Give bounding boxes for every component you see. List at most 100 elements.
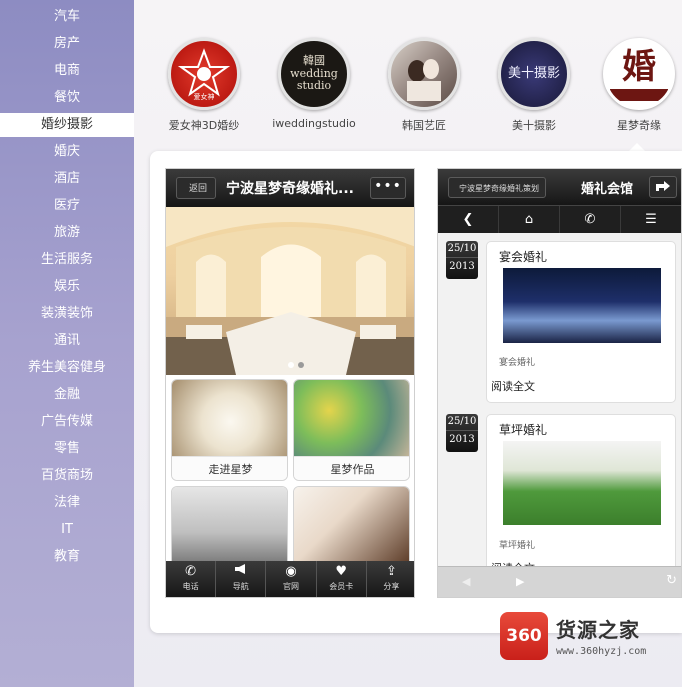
brand-logo <box>388 38 460 110</box>
brand-caption: 韩国艺匠 <box>402 119 446 132</box>
sidebar-item-finance[interactable]: 金融 <box>0 383 134 407</box>
sidebar-item-advertising[interactable]: 广告传媒 <box>0 410 134 434</box>
category-sidebar: 汽车 房产 电商 餐饮 婚纱摄影 婚庆 酒店 医疗 旅游 生活服务 娱乐 装潢装… <box>0 0 134 687</box>
brand-caption: 星梦奇缘 <box>617 119 661 132</box>
prev-icon[interactable]: ◀ <box>462 575 470 588</box>
brand-meishi[interactable]: 美十摄影 美十摄影 <box>479 38 589 133</box>
sidebar-item-department-store[interactable]: 百货商场 <box>0 464 134 488</box>
brand-caption: 爱女神3D婚纱 <box>168 119 240 132</box>
sidebar-item-telecom[interactable]: 通讯 <box>0 329 134 353</box>
sidebar-item-auto[interactable]: 汽车 <box>0 5 134 29</box>
brand-logo: 爱女神 <box>168 38 240 110</box>
post-card[interactable]: 草坪婚礼 草坪婚礼 阅读全文 <box>486 414 676 575</box>
date-year: 2013 <box>446 430 478 449</box>
page-title: 婚礼会馆 <box>581 182 634 197</box>
member-card-tab[interactable]: ♥ 会员卡 <box>317 561 367 597</box>
selection-pointer <box>629 143 645 151</box>
tile-label: 星梦作品 <box>294 456 409 480</box>
brand-logo-text: 韓國 wedding studio <box>290 54 338 93</box>
tile-label: 走进星梦 <box>172 456 287 480</box>
sidebar-item-hotel[interactable]: 酒店 <box>0 167 134 191</box>
refresh-icon[interactable]: ↻ <box>666 573 677 588</box>
phone-header: 返回 宁波星梦奇缘婚礼... ••• <box>166 169 414 207</box>
watermark-url: www.360hyzj.com <box>556 646 647 657</box>
date-day: 25/10 <box>447 243 477 254</box>
read-more-link[interactable]: 阅读全文 <box>491 378 535 394</box>
date-badge: 25/10 2013 <box>446 241 478 279</box>
brand-iweddingstudio[interactable]: 韓國 wedding studio iweddingstudio <box>259 38 369 130</box>
sidebar-item-medical[interactable]: 医疗 <box>0 194 134 218</box>
brand-logo-text: 婚 <box>622 47 656 87</box>
brand-logo: 韓國 wedding studio <box>278 38 350 110</box>
next-icon[interactable]: ▶ <box>516 575 524 588</box>
phone-icon[interactable]: ✆ <box>560 206 621 233</box>
post-image <box>503 268 661 343</box>
banquet-hall-image <box>166 207 414 375</box>
bottom-toolbar: ✆ 电话 导航 ◉ 官网 ♥ 会员卡 ⇪ 分享 <box>166 561 414 597</box>
svg-text:爱女神: 爱女神 <box>194 92 215 101</box>
phone-preview-home: 返回 宁波星梦奇缘婚礼... ••• 走进星梦 星梦作品 ✆ 电话 导航 ◉ 官… <box>165 168 415 598</box>
post-card[interactable]: 宴会婚礼 宴会婚礼 阅读全文 <box>486 241 676 403</box>
date-badge: 25/10 2013 <box>446 414 478 452</box>
sidebar-item-travel[interactable]: 旅游 <box>0 221 134 245</box>
sidebar-item-life-services[interactable]: 生活服务 <box>0 248 134 272</box>
sidebar-item-decoration[interactable]: 装潢装饰 <box>0 302 134 326</box>
phone-tab[interactable]: ✆ 电话 <box>166 561 217 597</box>
sidebar-item-real-estate[interactable]: 房产 <box>0 32 134 56</box>
star-logo-icon: 爱女神 <box>177 48 231 101</box>
tab-label: 分享 <box>383 582 400 591</box>
home-icon[interactable]: ⌂ <box>499 206 560 233</box>
heart-icon: ♥ <box>335 564 348 579</box>
share-tab[interactable]: ⇪ 分享 <box>367 561 414 597</box>
sidebar-item-wedding-celebration[interactable]: 婚庆 <box>0 140 134 164</box>
more-button[interactable]: ••• <box>370 177 406 199</box>
brand-korea-artisan[interactable]: 韩国艺匠 <box>369 38 479 133</box>
tile-about[interactable]: 走进星梦 <box>171 379 288 481</box>
balloons-image <box>294 380 409 456</box>
globe-icon: ◉ <box>285 564 297 579</box>
date-year: 2013 <box>446 257 478 276</box>
share-icon <box>656 181 670 191</box>
tab-label: 会员卡 <box>329 582 354 591</box>
back-circle-icon[interactable]: ❮ <box>438 206 499 233</box>
tab-label: 官网 <box>283 582 299 591</box>
post-title: 宴会婚礼 <box>499 250 548 264</box>
brand-xingmeng[interactable]: 婚 星梦奇缘 <box>584 38 682 133</box>
list-icon[interactable]: ☰ <box>621 206 681 233</box>
tab-label: 电话 <box>182 582 199 591</box>
tile-works[interactable]: 星梦作品 <box>293 379 410 481</box>
sidebar-item-education[interactable]: 教育 <box>0 545 134 569</box>
post-title: 草坪婚礼 <box>499 423 548 437</box>
brand-caption: iweddingstudio <box>272 117 356 130</box>
watermark-logo: 360 <box>500 612 548 660</box>
post-category: 草坪婚礼 <box>499 541 536 551</box>
sidebar-item-it[interactable]: IT <box>0 518 134 542</box>
sidebar-item-entertainment[interactable]: 娱乐 <box>0 275 134 299</box>
post-category: 宴会婚礼 <box>499 358 536 368</box>
couple-image <box>294 487 409 563</box>
back-button[interactable]: 返回 <box>176 177 217 199</box>
sidebar-item-wedding-photography[interactable]: 婚纱摄影 <box>0 113 134 137</box>
brand-ainvshen[interactable]: 爱女神 爱女神3D婚纱 <box>149 38 259 133</box>
date-day: 25/10 <box>447 416 477 427</box>
megaphone-icon <box>216 561 265 581</box>
phone-header: 宁波星梦奇缘婚礼策划 婚礼会馆 <box>438 169 681 205</box>
sidebar-item-ecommerce[interactable]: 电商 <box>0 59 134 83</box>
hero-banner[interactable] <box>166 207 414 375</box>
navigation-tab[interactable]: 导航 <box>216 561 267 597</box>
sidebar-item-law[interactable]: 法律 <box>0 491 134 515</box>
nav-bar: ❮ ⌂ ✆ ☰ <box>438 205 681 233</box>
brand-logo-text: 美十摄影 <box>507 65 560 81</box>
couple-photo-icon <box>407 59 441 101</box>
share-icon: ⇪ <box>385 564 397 579</box>
sidebar-item-catering[interactable]: 餐饮 <box>0 86 134 110</box>
back-button[interactable]: 宁波星梦奇缘婚礼策划 <box>448 177 546 198</box>
sidebar-item-wellness[interactable]: 养生美容健身 <box>0 356 134 380</box>
website-tab[interactable]: ◉ 官网 <box>266 561 317 597</box>
pager-bar: ◀ ▶ ↻ <box>438 566 681 597</box>
sidebar-item-retail[interactable]: 零售 <box>0 437 134 461</box>
share-button[interactable] <box>649 176 677 198</box>
brand-logo: 婚 <box>603 38 675 110</box>
eiffel-image <box>172 487 287 563</box>
bouquet-image <box>172 380 287 456</box>
